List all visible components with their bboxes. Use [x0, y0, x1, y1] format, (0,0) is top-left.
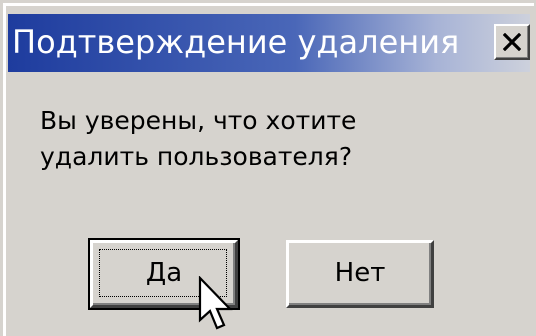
message-line-2: удалить пользователя?	[40, 142, 353, 171]
delete-confirmation-dialog: Подтверждение удаления Вы уверены, что х…	[0, 0, 536, 336]
yes-button-label: Да	[145, 258, 183, 288]
title-bar[interactable]: Подтверждение удаления	[8, 14, 530, 72]
confirmation-message: Вы уверены, что хотите удалить пользоват…	[40, 103, 460, 175]
no-button[interactable]: Нет	[286, 240, 434, 308]
message-line-1: Вы уверены, что хотите	[40, 106, 357, 135]
close-icon	[503, 33, 521, 51]
mouse-pointer-icon	[198, 276, 233, 330]
close-button[interactable]	[494, 24, 530, 60]
no-button-label: Нет	[334, 258, 386, 288]
dialog-title: Подтверждение удаления	[12, 23, 460, 61]
